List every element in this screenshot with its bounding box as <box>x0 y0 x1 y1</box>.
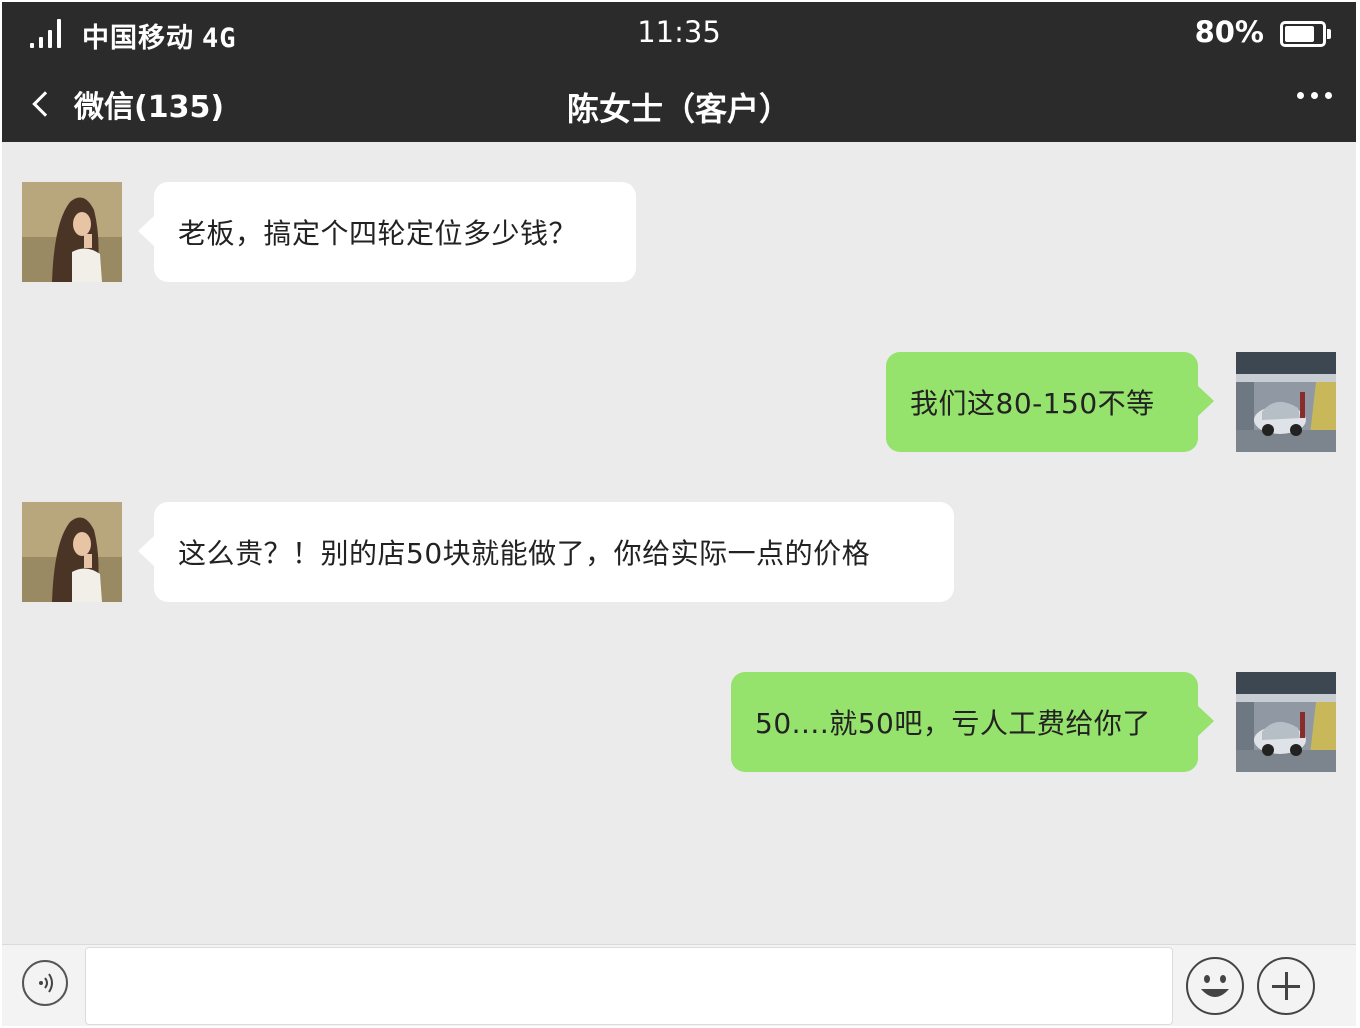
car-avatar-icon <box>1236 672 1336 772</box>
emoji-button[interactable] <box>1186 957 1244 1015</box>
contact-avatar[interactable] <box>22 182 122 282</box>
status-time: 11:35 <box>637 15 721 49</box>
message-text: 50....就50吧，亏人工费给你了 <box>755 707 1151 740</box>
contact-avatar[interactable] <box>22 502 122 602</box>
more-button[interactable] <box>1297 92 1332 99</box>
emoji-icon <box>1201 975 1229 997</box>
message-bubble[interactable]: 这么贵？！别的店50块就能做了，你给实际一点的价格 <box>138 502 954 602</box>
status-bar: 中国移动 4G 11:35 80% <box>2 2 1356 64</box>
nav-bar: 微信(135) 陈女士（客户） <box>2 64 1356 142</box>
voice-button[interactable] <box>22 960 68 1006</box>
plus-button[interactable] <box>1257 957 1315 1015</box>
battery-fill <box>1285 26 1314 42</box>
car-avatar-icon <box>1236 352 1336 452</box>
wechat-chat-screen: 中国移动 4G 11:35 80% 微信(135) 陈女士（客户） 老板，搞定个… <box>2 2 1356 1026</box>
voice-icon <box>39 973 53 993</box>
battery-percent: 80% <box>1194 15 1264 49</box>
message-text: 这么贵？！别的店50块就能做了，你给实际一点的价格 <box>178 537 871 570</box>
header: 中国移动 4G 11:35 80% 微信(135) 陈女士（客户） <box>2 2 1356 142</box>
my-avatar[interactable] <box>1236 672 1336 772</box>
message-bubble[interactable]: 50....就50吧，亏人工费给你了 <box>731 672 1214 772</box>
message-text: 老板，搞定个四轮定位多少钱？ <box>178 217 578 250</box>
girl-avatar-icon <box>22 502 122 602</box>
more-dots-icon <box>1297 92 1304 99</box>
message-bubble[interactable]: 我们这80-150不等 <box>886 352 1214 452</box>
battery-icon <box>1280 21 1331 47</box>
message-text: 我们这80-150不等 <box>910 387 1155 420</box>
message-bubble[interactable]: 老板，搞定个四轮定位多少钱？ <box>138 182 636 282</box>
chat-title: 陈女士（客户） <box>566 90 791 128</box>
input-bar <box>2 944 1356 1026</box>
girl-avatar-icon <box>22 182 122 282</box>
message-input[interactable] <box>85 947 1173 1025</box>
my-avatar[interactable] <box>1236 352 1336 452</box>
